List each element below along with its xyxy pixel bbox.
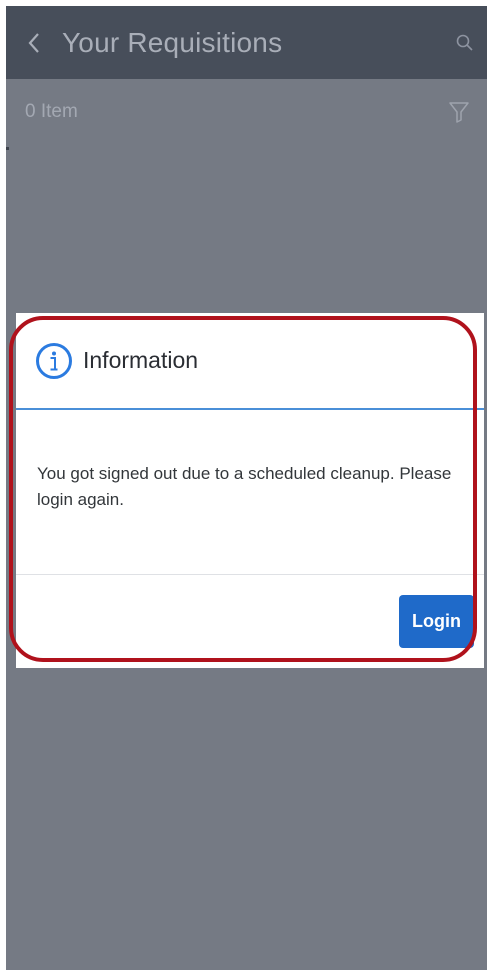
info-icon: [35, 342, 73, 380]
list-toolbar: 0 Item: [6, 79, 487, 145]
back-button[interactable]: [6, 6, 62, 79]
edge-mark: [6, 147, 9, 150]
login-button[interactable]: Login: [399, 595, 474, 648]
search-icon: [456, 34, 473, 51]
page-title: Your Requisitions: [62, 26, 283, 58]
filter-button[interactable]: [439, 92, 479, 132]
information-dialog: Information You got signed out due to a …: [16, 313, 484, 668]
app-screen: Your Requisitions 0 Item Information You…: [6, 6, 487, 970]
chevron-left-icon: [28, 32, 39, 53]
filter-icon: [449, 102, 469, 123]
dialog-footer: Login: [16, 574, 484, 669]
search-button[interactable]: [443, 6, 487, 79]
app-header: Your Requisitions: [6, 6, 487, 79]
dialog-header: Information: [16, 313, 484, 410]
dialog-title: Information: [83, 347, 199, 373]
dialog-message: You got signed out due to a scheduled cl…: [37, 464, 452, 509]
item-count: 0 Item: [25, 101, 78, 122]
